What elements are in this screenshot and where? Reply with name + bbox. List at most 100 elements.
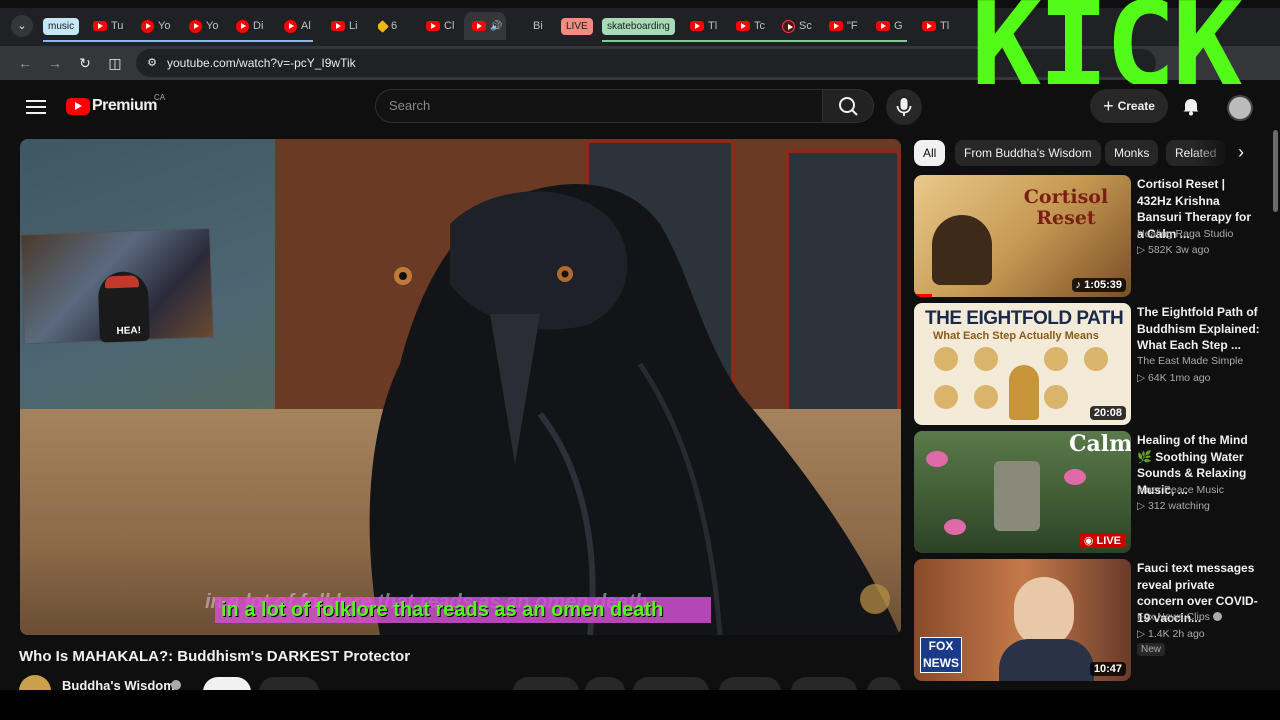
- reload-icon[interactable]: ↻: [75, 53, 95, 73]
- tab-2[interactable]: Yo: [141, 12, 175, 40]
- notifications-bell-icon[interactable]: [1180, 95, 1202, 117]
- chevron-right-icon[interactable]: ›: [1228, 140, 1254, 166]
- plus-icon: +: [1103, 95, 1114, 116]
- tab-label: Cl: [444, 20, 455, 32]
- recommendation-channel[interactable]: Fox News Clips: [1137, 611, 1222, 623]
- menu-icon[interactable]: [26, 97, 46, 117]
- binance-icon: [378, 19, 389, 33]
- tab-4[interactable]: Di: [236, 12, 270, 40]
- search-icon: [839, 97, 858, 116]
- thumbnail-figure: [932, 215, 992, 285]
- create-button[interactable]: + Create: [1090, 89, 1168, 123]
- tab-3[interactable]: Yo: [189, 12, 223, 40]
- webcam-cap: [104, 275, 140, 289]
- tab-14[interactable]: "F: [829, 12, 863, 40]
- thumbnail-text: Calm: [1069, 431, 1131, 457]
- voice-search-button[interactable]: [886, 89, 922, 125]
- caption: in a lot of folklore that reads as an om…: [215, 597, 711, 625]
- microphone-icon: [896, 98, 912, 116]
- chip-monks[interactable]: Monks: [1105, 140, 1159, 166]
- tab-label: Di: [253, 20, 264, 32]
- recommendation-title[interactable]: The Eightfold Path of Buddhism Explained…: [1137, 304, 1261, 354]
- meta-text: 312 watching: [1148, 500, 1210, 512]
- youtube-icon: [331, 21, 345, 31]
- tab-label: "F: [847, 20, 858, 32]
- tab-group-music-underline: [43, 40, 313, 42]
- youtube-icon: [472, 21, 486, 31]
- recommendation-thumbnail[interactable]: Calm ◉ LIVE: [914, 431, 1131, 553]
- tab-group-skateboarding[interactable]: skateboarding: [602, 18, 675, 35]
- url-text: youtube.com/watch?v=-pcY_I9wTik: [167, 56, 356, 70]
- tab-8[interactable]: Cl: [426, 12, 460, 40]
- tab-label: 6: [391, 20, 398, 32]
- tab-label: Tc: [754, 20, 765, 32]
- tab-label: Tu: [111, 20, 124, 32]
- recommendation-channel[interactable]: The East Made Simple: [1137, 355, 1243, 367]
- youtube-logo-icon: [66, 97, 90, 115]
- tab-13[interactable]: Sc: [782, 12, 816, 40]
- recommendation-item[interactable]: FOX NEWS 10:47 Fauci text messages revea…: [914, 559, 1264, 681]
- tab-group-skateboarding-underline: [602, 40, 907, 42]
- tab-label: Al: [301, 20, 311, 32]
- recommendation-item[interactable]: THE EIGHTFOLD PATH What Each Step Actual…: [914, 303, 1264, 425]
- thumbnail-symbol: [974, 385, 998, 409]
- duration-text: 1:05:39: [1084, 279, 1122, 291]
- verified-icon: [171, 680, 181, 690]
- youtube-icon: [426, 21, 440, 31]
- split-view-icon[interactable]: ◫: [105, 53, 125, 73]
- forward-arrow-icon[interactable]: →: [45, 53, 65, 73]
- video-player[interactable]: HEA! in a lot of folklore that reads as …: [20, 139, 901, 635]
- youtube-music-icon: [189, 19, 202, 33]
- tab-16[interactable]: Tl: [922, 12, 956, 40]
- shorts-icon: ♪: [1075, 279, 1085, 291]
- youtube-premium-logo[interactable]: Premium CA: [66, 93, 165, 115]
- tab-1[interactable]: Tu: [93, 12, 127, 40]
- channel-watermark-icon[interactable]: [860, 584, 890, 614]
- account-avatar[interactable]: [1227, 95, 1253, 121]
- tab-search-chevron-icon[interactable]: ⌄: [11, 15, 33, 37]
- recommendation-thumbnail[interactable]: THE EIGHTFOLD PATH What Each Step Actual…: [914, 303, 1131, 425]
- tab-active[interactable]: 🔊: [464, 12, 506, 40]
- recommendation-channel[interactable]: Inner Peace Music: [1137, 484, 1224, 496]
- tab-group-live[interactable]: LIVE: [561, 18, 593, 35]
- tab-11[interactable]: Tl: [690, 12, 724, 40]
- thumbnail-symbol: [1044, 347, 1068, 371]
- recommendation-item[interactable]: Cortisol Reset ♪ 1:05:39 Cortisol Reset …: [914, 175, 1264, 297]
- thumbnail-symbol: [1084, 347, 1108, 371]
- youtube-icon: [876, 21, 890, 31]
- thumbnail-subtext: What Each Step Actually Means: [933, 330, 1099, 342]
- back-arrow-icon[interactable]: ←: [15, 53, 35, 73]
- chip-from-channel[interactable]: From Buddha's Wisdom: [955, 140, 1101, 166]
- tab-7[interactable]: 6: [378, 12, 412, 40]
- views-icon: ▷: [1137, 500, 1148, 512]
- recommendation-item[interactable]: Calm ◉ LIVE Healing of the Mind 🌿 Soothi…: [914, 431, 1264, 553]
- live-broadcast-icon: ◉: [1083, 535, 1097, 547]
- tab-15[interactable]: G: [876, 12, 910, 40]
- recommendation-channel[interactable]: Healing Raga Studio: [1137, 228, 1233, 240]
- thumbnail-symbol: [934, 385, 958, 409]
- recommendation-thumbnail[interactable]: Cortisol Reset ♪ 1:05:39: [914, 175, 1131, 297]
- thumbnail-flower: [1064, 469, 1086, 485]
- tab-10[interactable]: Bi: [518, 12, 552, 40]
- tab-5[interactable]: Al: [284, 12, 318, 40]
- tab-12[interactable]: Tc: [736, 12, 770, 40]
- youtube-music-icon: [236, 19, 249, 33]
- views-icon: ▷: [1137, 372, 1148, 384]
- bottom-black-bar: [0, 690, 1280, 720]
- youtube-music-icon: [782, 19, 795, 33]
- youtube-icon: [736, 21, 750, 31]
- search-input[interactable]: [389, 98, 789, 113]
- tab-group-music[interactable]: music: [43, 18, 80, 35]
- page-scrollbar[interactable]: [1273, 130, 1278, 212]
- recommendation-meta: ▷ 1.4K 2h ago: [1137, 628, 1205, 640]
- chips-fade: [1192, 140, 1232, 166]
- search-button[interactable]: [822, 89, 874, 123]
- tab-label: Yo: [158, 20, 171, 32]
- tab-6[interactable]: Li: [331, 12, 365, 40]
- recommendation-thumbnail[interactable]: FOX NEWS 10:47: [914, 559, 1131, 681]
- chip-all[interactable]: All: [914, 140, 946, 166]
- video-duration: ♪ 1:05:39: [1071, 278, 1126, 292]
- live-label: LIVE: [1096, 535, 1121, 547]
- site-settings-icon[interactable]: ⚙: [144, 55, 160, 71]
- webcam-label: HEA!: [116, 325, 142, 338]
